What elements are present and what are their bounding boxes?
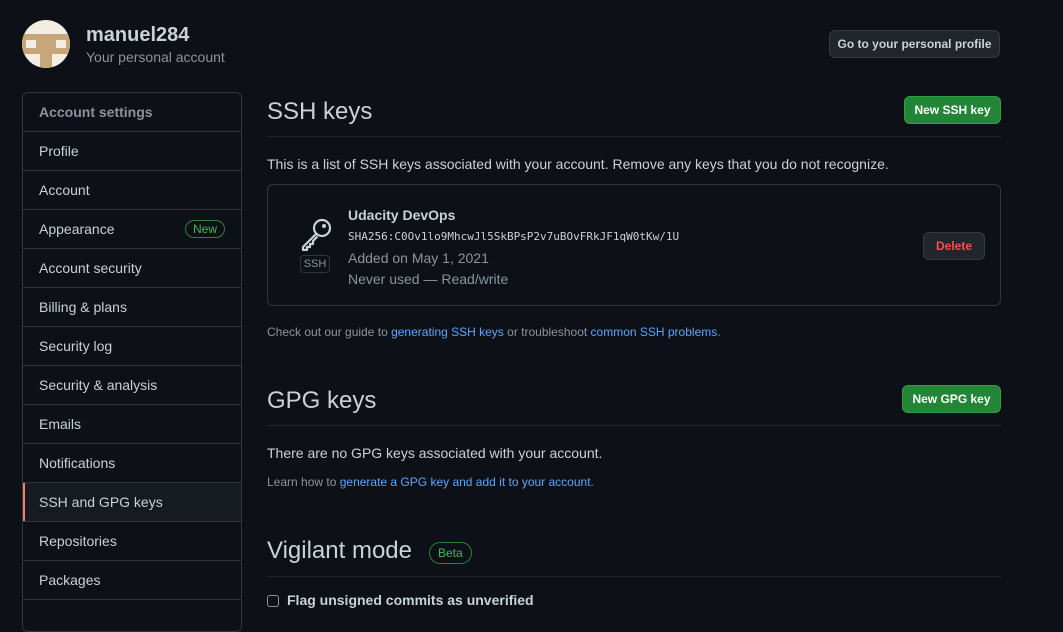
- divider: [267, 136, 1001, 137]
- ssh-key-usage: Never used — Read/write: [348, 271, 509, 287]
- settings-sidebar: Account settings Profile Account Appeara…: [22, 92, 242, 632]
- gpg-learn-text: Learn how to generate a GPG key and add …: [267, 475, 594, 489]
- ssh-key-card: SSH Udacity DevOps SHA256:C0Ov1lo9MhcwJl…: [267, 184, 1001, 306]
- guide-middle: or troubleshoot: [503, 325, 591, 339]
- avatar[interactable]: [22, 20, 70, 68]
- sidebar-item-label: SSH and GPG keys: [39, 494, 163, 510]
- generating-ssh-keys-link[interactable]: generating SSH keys: [391, 325, 504, 339]
- sidebar-item-account[interactable]: Account: [23, 171, 241, 210]
- sidebar-item-appearance[interactable]: Appearance New: [23, 210, 241, 249]
- new-gpg-key-button[interactable]: New GPG key: [902, 385, 1001, 413]
- sidebar-item-repositories[interactable]: Repositories: [23, 522, 241, 561]
- divider: [267, 576, 1001, 577]
- new-ssh-key-button[interactable]: New SSH key: [904, 96, 1001, 124]
- sidebar-item-security-analysis[interactable]: Security & analysis: [23, 366, 241, 405]
- ssh-keys-title: SSH keys: [267, 98, 373, 125]
- guide-prefix: Check out our guide to: [267, 325, 392, 339]
- sidebar-item-label: Profile: [39, 143, 79, 159]
- sidebar-item-profile[interactable]: Profile: [23, 132, 241, 171]
- sidebar-item-packages[interactable]: Packages: [23, 561, 241, 600]
- sidebar-item-label: Packages: [39, 572, 101, 588]
- sidebar-item-emails[interactable]: Emails: [23, 405, 241, 444]
- sidebar-item-label: Account: [39, 182, 90, 198]
- sidebar-item-label: Security log: [39, 338, 113, 354]
- gpg-keys-title: GPG keys: [267, 387, 377, 414]
- sidebar-item-ssh-gpg-keys[interactable]: SSH and GPG keys: [23, 483, 241, 522]
- sidebar-item-label: Notifications: [39, 455, 116, 471]
- vigilant-mode-title: Vigilant mode: [267, 537, 412, 564]
- sidebar-item-account-security[interactable]: Account security: [23, 249, 241, 288]
- sidebar-item-label: Emails: [39, 416, 82, 432]
- sidebar-item-label: Billing & plans: [39, 299, 127, 315]
- sidebar-item-label: Account security: [39, 260, 142, 276]
- ssh-guide-text: Check out our guide to generating SSH ke…: [267, 325, 721, 339]
- new-badge: New: [184, 220, 225, 238]
- learn-suffix: .: [590, 475, 594, 489]
- guide-suffix: .: [717, 325, 721, 339]
- sidebar-header: Account settings: [23, 93, 241, 132]
- common-ssh-problems-link[interactable]: common SSH problems: [591, 325, 718, 339]
- sidebar-item-label: Repositories: [39, 533, 117, 549]
- key-icon: [301, 218, 332, 251]
- gpg-empty-text: There are no GPG keys associated with yo…: [267, 445, 603, 461]
- sidebar-item-label: Appearance: [39, 221, 115, 237]
- generate-gpg-key-link[interactable]: generate a GPG key and add it to your ac…: [340, 475, 591, 489]
- sidebar-item-billing[interactable]: Billing & plans: [23, 288, 241, 327]
- sidebar-item-notifications[interactable]: Notifications: [23, 444, 241, 483]
- ssh-key-title: Udacity DevOps: [348, 207, 456, 223]
- ssh-type-label: SSH: [300, 255, 330, 273]
- vigilant-mode-checkbox[interactable]: [267, 595, 279, 607]
- learn-prefix: Learn how to: [267, 475, 340, 489]
- delete-ssh-key-button[interactable]: Delete: [923, 232, 985, 260]
- sidebar-item-security-log[interactable]: Security log: [23, 327, 241, 366]
- ssh-key-added-date: Added on May 1, 2021: [348, 250, 489, 266]
- sidebar-item-label: Security & analysis: [39, 377, 158, 393]
- go-to-profile-button[interactable]: Go to your personal profile: [829, 30, 1000, 58]
- account-subtitle: Your personal account: [86, 49, 225, 65]
- ssh-key-fingerprint: SHA256:C0Ov1lo9MhcwJl5SkBPsP2v7uBOvFRkJF…: [348, 230, 680, 243]
- username[interactable]: manuel284: [86, 24, 189, 47]
- ssh-description: This is a list of SSH keys associated wi…: [267, 156, 889, 172]
- vigilant-mode-checkbox-label[interactable]: Flag unsigned commits as unverified: [287, 592, 534, 608]
- divider: [267, 425, 1001, 426]
- beta-badge: Beta: [429, 542, 472, 564]
